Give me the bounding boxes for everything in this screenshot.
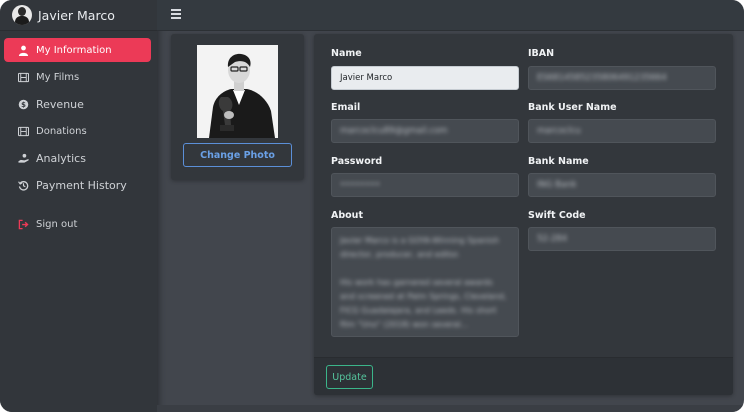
swift-code-field[interactable]: 52-284 bbox=[528, 227, 716, 251]
sidebar-item-revenue[interactable]: $ Revenue bbox=[4, 92, 151, 116]
swift-code-value: 52-284 bbox=[537, 234, 568, 244]
bank-user-name-label: Bank User Name bbox=[528, 102, 617, 113]
hamburger-menu-icon[interactable] bbox=[171, 9, 181, 19]
app-window: Javier Marco My Information My Films $ R… bbox=[0, 0, 744, 412]
history-icon bbox=[16, 179, 30, 191]
sidebar-item-sign-out[interactable]: Sign out bbox=[4, 212, 151, 236]
update-button[interactable]: Update bbox=[326, 365, 373, 389]
about-value: Javier Marco is a GOYA-Winning Spanish d… bbox=[340, 236, 507, 329]
sidebar-item-label: My Information bbox=[36, 44, 112, 56]
avatar[interactable] bbox=[12, 5, 32, 25]
sidebar-item-analytics[interactable]: Analytics bbox=[4, 146, 151, 170]
sidebar-item-label: Revenue bbox=[36, 97, 84, 111]
information-form-card: Name Javier Marco Email marcoclcu89@gmai… bbox=[314, 34, 733, 395]
bottom-scroll-strip bbox=[157, 405, 744, 412]
email-field[interactable]: marcoclcu89@gmail.com bbox=[331, 119, 519, 143]
user-icon bbox=[16, 44, 30, 56]
film-icon bbox=[16, 125, 30, 137]
profile-photo bbox=[197, 45, 278, 138]
sidebar-item-label: Donations bbox=[36, 125, 87, 137]
password-label: Password bbox=[331, 156, 383, 167]
email-label: Email bbox=[331, 102, 361, 113]
sidebar-item-my-films[interactable]: My Films bbox=[4, 65, 151, 89]
bank-name-value: ING Bank bbox=[537, 180, 577, 190]
svg-text:$: $ bbox=[21, 100, 26, 108]
iban-field[interactable]: ES6814585235806491235664 bbox=[528, 66, 716, 90]
change-photo-button[interactable]: Change Photo bbox=[183, 143, 292, 167]
sidebar-item-label: Payment History bbox=[36, 178, 127, 192]
sidebar-item-label: Analytics bbox=[36, 151, 86, 165]
user-name: Javier Marco bbox=[38, 7, 115, 23]
bank-name-field[interactable]: ING Bank bbox=[528, 173, 716, 197]
password-value: •••••••• bbox=[340, 180, 381, 190]
iban-label: IBAN bbox=[528, 48, 555, 59]
bank-user-name-value: marcoclcu bbox=[537, 126, 581, 136]
sidebar-item-donations[interactable]: Donations bbox=[4, 119, 151, 143]
sidebar: Javier Marco My Information My Films $ R… bbox=[0, 0, 157, 412]
sidebar-item-label: Sign out bbox=[36, 218, 78, 230]
form-footer: Update bbox=[314, 357, 733, 395]
name-value: Javier Marco bbox=[340, 73, 393, 83]
swift-code-label: Swift Code bbox=[528, 210, 586, 221]
sidebar-nav: My Information My Films $ Revenue Donati… bbox=[0, 31, 157, 236]
profile-photo-card: Change Photo bbox=[171, 34, 304, 180]
bank-user-name-field[interactable]: marcoclcu bbox=[528, 119, 716, 143]
sidebar-item-my-information[interactable]: My Information bbox=[4, 38, 151, 62]
about-label: About bbox=[331, 210, 363, 221]
bank-name-label: Bank Name bbox=[528, 156, 589, 167]
name-field[interactable]: Javier Marco bbox=[331, 66, 519, 90]
sign-out-icon bbox=[16, 218, 30, 230]
money-icon: $ bbox=[16, 98, 30, 110]
nav-spacer bbox=[0, 200, 157, 212]
sidebar-item-label: My Films bbox=[36, 71, 80, 83]
email-value: marcoclcu89@gmail.com bbox=[340, 126, 448, 136]
iban-value: ES6814585235806491235664 bbox=[537, 73, 667, 83]
name-label: Name bbox=[331, 48, 362, 59]
about-textarea[interactable]: Javier Marco is a GOYA-Winning Spanish d… bbox=[331, 227, 519, 337]
top-bar bbox=[157, 0, 744, 31]
film-icon bbox=[16, 71, 30, 83]
sidebar-item-payment-history[interactable]: Payment History bbox=[4, 173, 151, 197]
sidebar-brand: Javier Marco bbox=[0, 0, 157, 31]
password-field[interactable]: •••••••• bbox=[331, 173, 519, 197]
hand-holding-icon bbox=[16, 152, 30, 164]
